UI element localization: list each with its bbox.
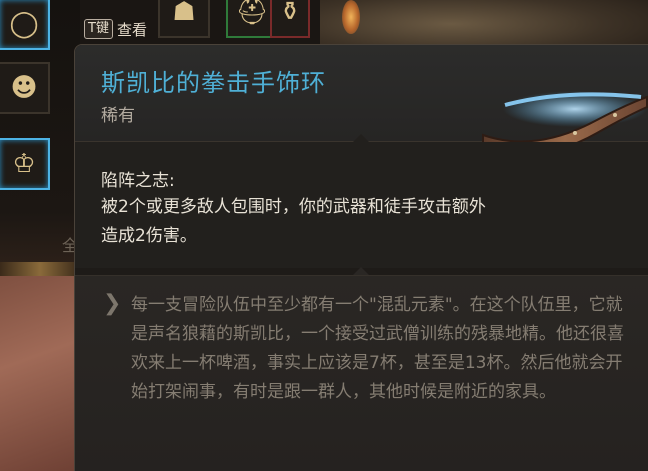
ability-description: 被2个或更多敌人包围时，你的武器和徒手攻击额外造成2伤害。 [101,197,486,246]
item-rarity: 稀有 [101,106,135,126]
inventory-slot-circlet[interactable]: ♔ [0,138,50,190]
section-divider-notch [353,267,369,275]
key-cap: T键 [84,19,113,39]
torch-light [342,0,360,34]
section-divider-notch [353,134,369,142]
circlet-icon: ♔ [12,149,36,179]
helmet-icon: ☗ [172,0,196,27]
item-name: 斯凯比的拳击手饰环 [101,69,326,97]
inventory-slot-belt[interactable]: ◯ [0,0,50,50]
quote-icon: ❯ [103,291,122,316]
belt-icon: ◯ [9,9,39,39]
item-tooltip: 斯凯比的拳击手饰环 稀有 陷阵之志: 被2个或更多敌人包围时，你的武器和徒手攻击… [74,44,648,471]
hat-icon: ⛑ [235,0,269,27]
potion-icon: ⚱ [279,0,301,27]
inventory-slot-potion[interactable]: ⚱ [270,0,310,38]
inventory-slot-mask[interactable]: ☻ [0,62,50,114]
key-hint-label: 查看 [116,20,147,39]
inventory-slot-helmet[interactable]: ☗ [158,0,210,38]
character-cloth [0,262,80,471]
flavor-text: 每一支冒险队伍中至少都有一个"混乱元素"。在这个队伍里，它就是声名狼藉的斯凯比，… [131,295,624,402]
cloth-trim [0,262,80,276]
examine-key-hint[interactable]: T键 查看 [84,18,147,40]
ability-title: 陷阵之志: [101,171,175,191]
mask-icon: ☻ [10,73,38,103]
